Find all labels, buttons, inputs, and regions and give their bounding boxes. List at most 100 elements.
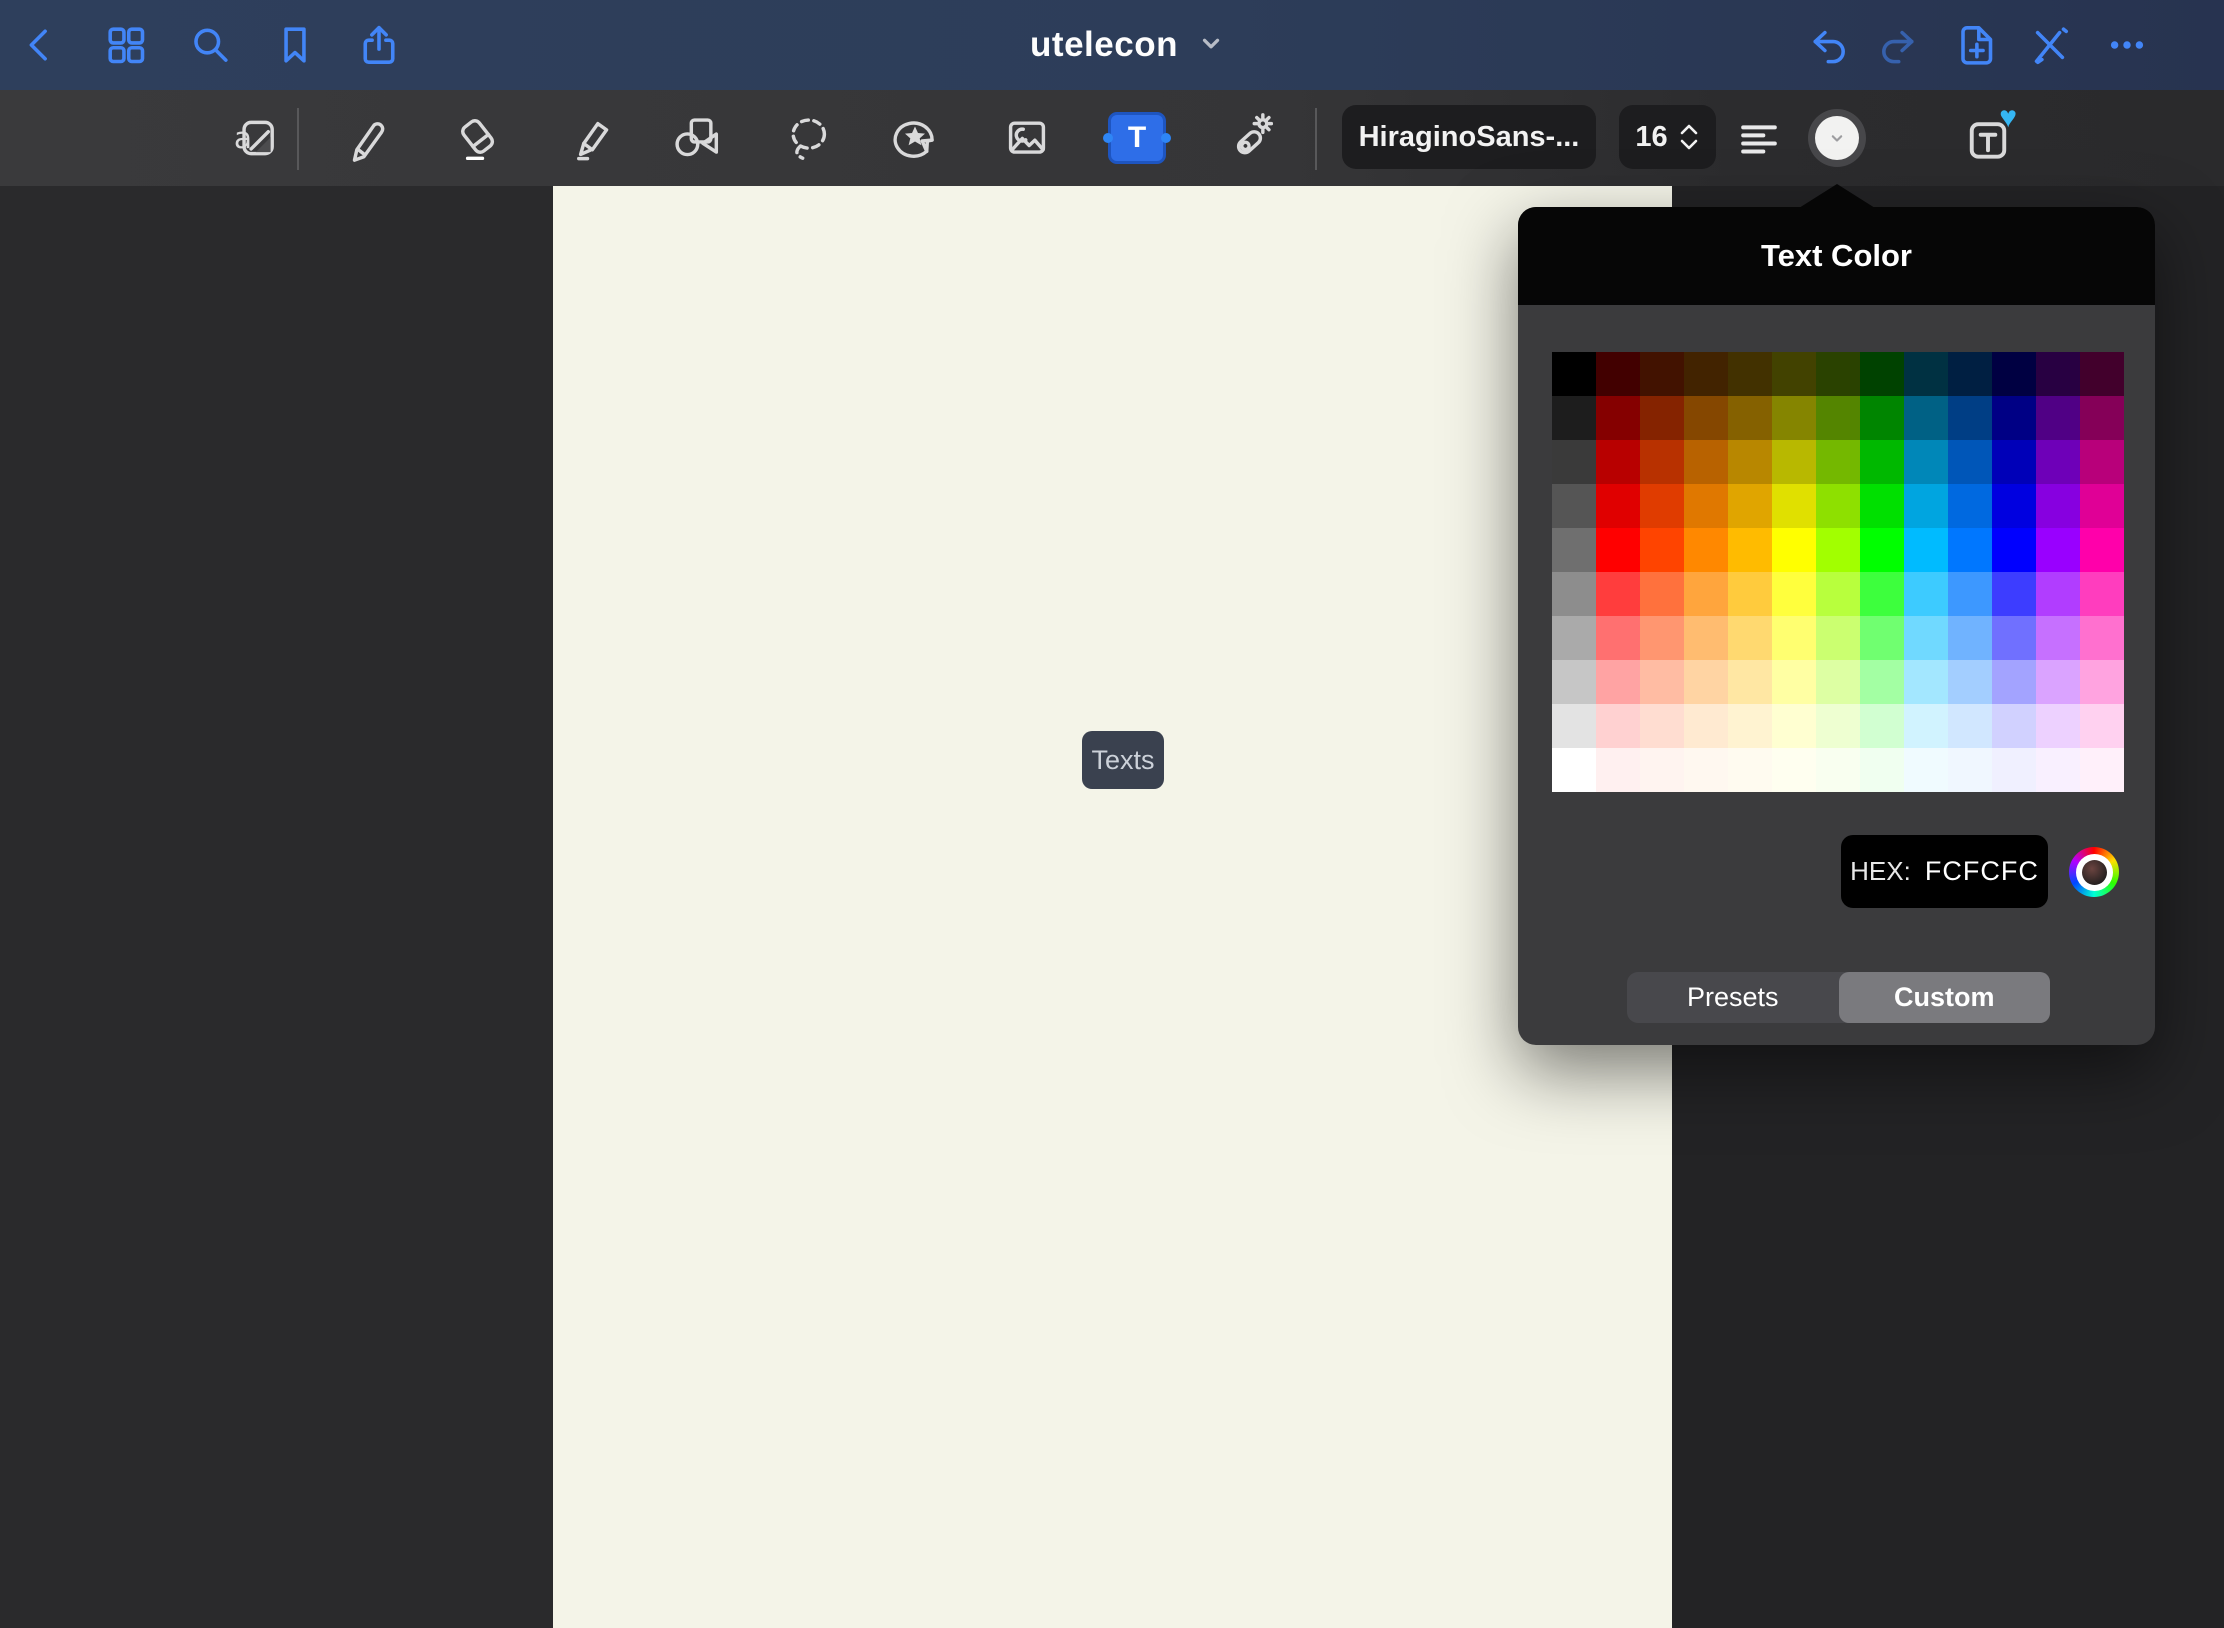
- color-swatch[interactable]: [1728, 440, 1772, 484]
- color-swatch[interactable]: [1596, 704, 1640, 748]
- color-swatch[interactable]: [1860, 616, 1904, 660]
- color-swatch[interactable]: [1640, 704, 1684, 748]
- color-swatch[interactable]: [1596, 484, 1640, 528]
- color-swatch[interactable]: [1552, 352, 1596, 396]
- color-swatch[interactable]: [1816, 572, 1860, 616]
- tab-custom[interactable]: Custom: [1839, 972, 2051, 1023]
- color-swatch[interactable]: [1904, 572, 1948, 616]
- add-page-icon[interactable]: [1946, 17, 2002, 73]
- color-swatch[interactable]: [1728, 704, 1772, 748]
- color-swatch[interactable]: [2036, 572, 2080, 616]
- color-swatch[interactable]: [1816, 616, 1860, 660]
- undo-icon[interactable]: [1801, 17, 1857, 73]
- color-swatch[interactable]: [1816, 660, 1860, 704]
- highlighter-tool-icon[interactable]: [559, 107, 621, 169]
- note-paper[interactable]: [553, 186, 1672, 1628]
- color-swatch[interactable]: [1552, 616, 1596, 660]
- color-swatch[interactable]: [1816, 440, 1860, 484]
- color-swatch[interactable]: [2080, 396, 2124, 440]
- pen-off-icon[interactable]: [2022, 17, 2078, 73]
- search-icon[interactable]: [182, 17, 238, 73]
- color-swatch[interactable]: [2036, 396, 2080, 440]
- color-swatch[interactable]: [2080, 704, 2124, 748]
- color-swatch[interactable]: [1640, 528, 1684, 572]
- shapes-tool-icon[interactable]: [665, 107, 727, 169]
- text-align-button[interactable]: [1731, 110, 1787, 166]
- color-swatch[interactable]: [1860, 440, 1904, 484]
- color-swatch[interactable]: [1684, 528, 1728, 572]
- color-swatch[interactable]: [1728, 484, 1772, 528]
- bookmark-icon[interactable]: [267, 17, 323, 73]
- pen-tool-icon[interactable]: [336, 107, 398, 169]
- color-swatch[interactable]: [1640, 748, 1684, 792]
- color-swatch[interactable]: [1728, 748, 1772, 792]
- color-swatch[interactable]: [2036, 616, 2080, 660]
- color-swatch[interactable]: [1728, 528, 1772, 572]
- color-swatch[interactable]: [1552, 440, 1596, 484]
- color-swatch[interactable]: [1772, 660, 1816, 704]
- color-swatch[interactable]: [1948, 484, 1992, 528]
- color-swatch[interactable]: [1816, 748, 1860, 792]
- color-swatch[interactable]: [1772, 572, 1816, 616]
- color-wheel-icon[interactable]: [2069, 847, 2119, 897]
- color-swatch[interactable]: [1860, 660, 1904, 704]
- color-swatch[interactable]: [1904, 396, 1948, 440]
- color-swatch[interactable]: [1772, 748, 1816, 792]
- pages-grid-icon[interactable]: [98, 17, 154, 73]
- color-swatch[interactable]: [1948, 528, 1992, 572]
- tab-presets[interactable]: Presets: [1627, 972, 1839, 1023]
- color-swatch[interactable]: [1728, 616, 1772, 660]
- font-size-stepper[interactable]: 16: [1619, 105, 1716, 169]
- color-swatch[interactable]: [1728, 660, 1772, 704]
- color-swatch[interactable]: [1948, 616, 1992, 660]
- color-swatch[interactable]: [1860, 352, 1904, 396]
- color-swatch[interactable]: [2080, 484, 2124, 528]
- color-swatch[interactable]: [1640, 572, 1684, 616]
- color-swatch[interactable]: [1596, 660, 1640, 704]
- color-swatch[interactable]: [1684, 572, 1728, 616]
- color-swatch[interactable]: [1772, 440, 1816, 484]
- stickers-tool-icon[interactable]: [884, 107, 946, 169]
- color-swatch[interactable]: [1816, 704, 1860, 748]
- color-swatch[interactable]: [1728, 352, 1772, 396]
- color-swatch[interactable]: [1992, 572, 2036, 616]
- color-swatch[interactable]: [1992, 748, 2036, 792]
- text-tool-icon[interactable]: T: [1106, 107, 1168, 169]
- color-swatch[interactable]: [1904, 704, 1948, 748]
- color-swatch[interactable]: [1772, 704, 1816, 748]
- share-icon[interactable]: [351, 17, 407, 73]
- color-swatch[interactable]: [1684, 484, 1728, 528]
- color-swatch[interactable]: [1552, 660, 1596, 704]
- color-swatch[interactable]: [2036, 528, 2080, 572]
- color-swatch[interactable]: [1860, 396, 1904, 440]
- color-swatch[interactable]: [1728, 396, 1772, 440]
- color-swatch[interactable]: [1816, 352, 1860, 396]
- color-swatch[interactable]: [1904, 528, 1948, 572]
- color-swatch[interactable]: [1816, 528, 1860, 572]
- color-swatch[interactable]: [1904, 352, 1948, 396]
- color-swatch[interactable]: [1860, 704, 1904, 748]
- color-swatch[interactable]: [2080, 748, 2124, 792]
- color-swatch[interactable]: [1640, 484, 1684, 528]
- color-swatch[interactable]: [1552, 748, 1596, 792]
- text-color-button[interactable]: [1808, 109, 1866, 167]
- color-swatch[interactable]: [1552, 572, 1596, 616]
- color-swatch[interactable]: [1948, 352, 1992, 396]
- color-swatch[interactable]: [1596, 748, 1640, 792]
- color-swatch[interactable]: [1992, 704, 2036, 748]
- document-title-button[interactable]: utelecon: [1000, 0, 1224, 90]
- color-swatch[interactable]: [1552, 528, 1596, 572]
- color-swatch[interactable]: [2036, 704, 2080, 748]
- color-swatch[interactable]: [1640, 352, 1684, 396]
- color-swatch[interactable]: [1948, 704, 1992, 748]
- color-swatch[interactable]: [1772, 352, 1816, 396]
- color-swatch[interactable]: [1640, 440, 1684, 484]
- color-swatch[interactable]: [2080, 440, 2124, 484]
- color-swatch[interactable]: [1992, 484, 2036, 528]
- document-mode-icon[interactable]: a: [224, 107, 286, 169]
- color-swatch[interactable]: [1992, 660, 2036, 704]
- color-swatch[interactable]: [2080, 352, 2124, 396]
- color-swatch[interactable]: [1860, 572, 1904, 616]
- color-swatch[interactable]: [2036, 352, 2080, 396]
- color-swatch[interactable]: [1948, 440, 1992, 484]
